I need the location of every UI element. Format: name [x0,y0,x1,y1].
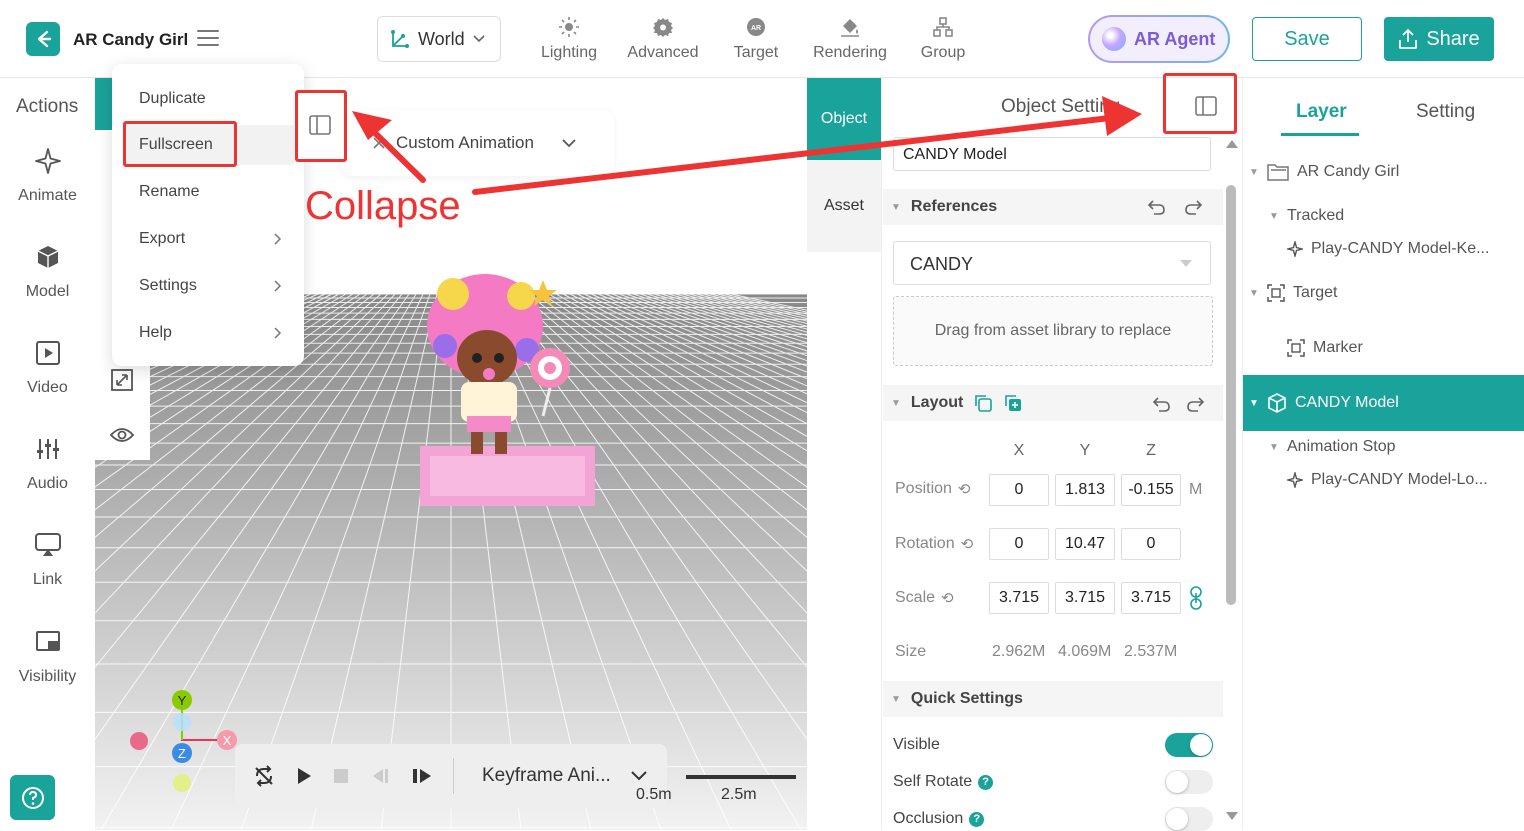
annotation-arrows [352,96,1142,195]
